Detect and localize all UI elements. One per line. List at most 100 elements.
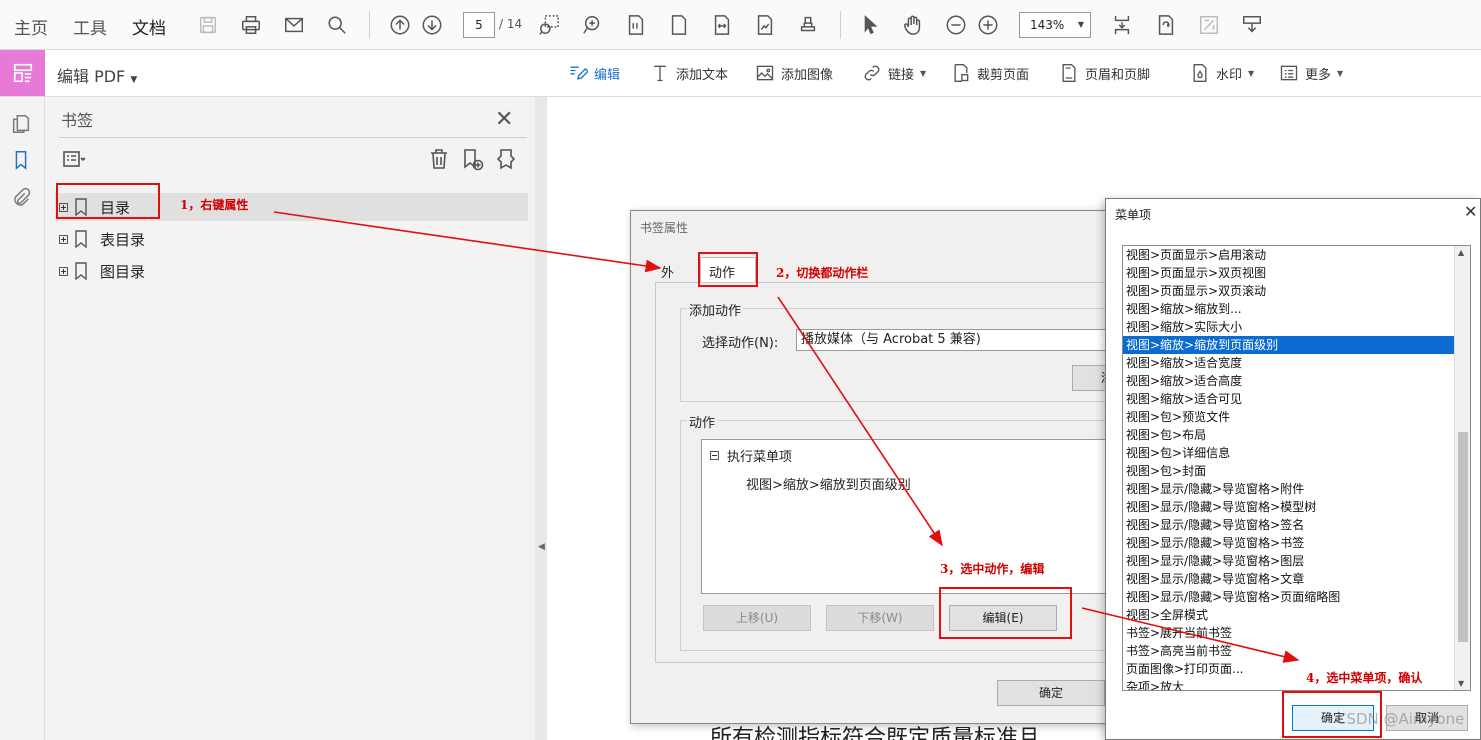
list-item[interactable]: 书签>高亮当前书签	[1123, 642, 1470, 660]
fit-page-icon[interactable]	[624, 13, 648, 37]
zoom-select[interactable]: 143% ▼	[1019, 12, 1091, 38]
list-item[interactable]: 视图>包>详细信息	[1123, 444, 1470, 462]
chevron-down-icon: ▼	[920, 68, 927, 78]
bookmark-icon	[74, 262, 88, 281]
search-icon[interactable]	[325, 13, 349, 37]
actions-tree[interactable]: 执行菜单项 视图>缩放>缩放到页面级别	[701, 439, 1121, 594]
dynamic-zoom-icon[interactable]	[581, 13, 605, 37]
fit-width-icon[interactable]	[710, 13, 734, 37]
list-item[interactable]: 视图>显示/隐藏>导览窗格>签名	[1123, 516, 1470, 534]
new-bookmark-icon[interactable]	[460, 147, 486, 173]
attachments-icon[interactable]	[10, 187, 34, 211]
list-item[interactable]: 视图>显示/隐藏>导览窗格>图层	[1123, 552, 1470, 570]
bookmark-item[interactable]: 图目录	[55, 257, 528, 285]
edit-pdf-toolbar: 编辑 PDF ▼ 编辑 添加文本 添加图像 链接 ▼ 裁剪页面 页眉和页脚 水印 ▼…	[0, 50, 1481, 97]
list-item[interactable]: 视图>缩放>缩放到...	[1123, 300, 1470, 318]
page-thumbnails-icon[interactable]	[10, 113, 34, 137]
zoom-in-icon[interactable]	[976, 13, 1000, 37]
scroll-down-icon[interactable]: ▼	[1458, 679, 1464, 688]
tree-item-child[interactable]: 视图>缩放>缩放到页面级别	[746, 474, 911, 493]
move-up-button[interactable]: 上移(U)	[703, 605, 811, 631]
list-item[interactable]: 视图>全屏模式	[1123, 606, 1470, 624]
close-icon[interactable]: ✕	[495, 107, 513, 132]
edit-tool-button[interactable]: 编辑	[568, 62, 620, 84]
email-icon[interactable]	[282, 13, 306, 37]
menu-item-list[interactable]: 视图>页面显示>启用滚动 视图>页面显示>双页视图 视图>页面显示>双页滚动 视图>缩…	[1122, 245, 1471, 691]
scrollbar[interactable]: ▲ ▼	[1454, 246, 1470, 690]
add-image-button[interactable]: 添加图像	[755, 62, 833, 84]
crop-page-button[interactable]: 裁剪页面	[951, 62, 1029, 84]
read-mode-icon[interactable]	[753, 13, 777, 37]
select-arrow-icon[interactable]	[858, 13, 882, 37]
scroll-mode-icon[interactable]	[1110, 13, 1134, 37]
collapse-arrow-icon[interactable]: ◀	[538, 542, 545, 552]
edit-pdf-mode-icon[interactable]	[0, 50, 45, 96]
navigation-rail	[0, 97, 45, 740]
stamp-icon[interactable]	[796, 13, 820, 37]
hand-tool-icon[interactable]	[901, 13, 925, 37]
marquee-zoom-icon[interactable]	[537, 13, 561, 37]
zoom-out-icon[interactable]	[944, 13, 968, 37]
edit-pdf-mode-title[interactable]: 编辑 PDF ▼	[57, 63, 137, 87]
crop-page-label: 裁剪页面	[977, 67, 1030, 83]
list-item[interactable]: 视图>缩放>适合可见	[1123, 390, 1470, 408]
mode-title-text: 编辑 PDF	[57, 67, 126, 86]
list-item[interactable]: 视图>显示/隐藏>导览窗格>文章	[1123, 570, 1470, 588]
single-page-icon[interactable]	[667, 13, 691, 37]
tab-home[interactable]: 主页	[14, 14, 48, 39]
group-label: 添加动作	[687, 300, 744, 319]
add-text-button[interactable]: 添加文本	[650, 62, 728, 84]
keyboard-tools-icon[interactable]	[1240, 13, 1264, 37]
annotation-step4: 4，选中菜单项，确认	[1306, 671, 1423, 685]
tab-tools[interactable]: 工具	[73, 14, 107, 39]
list-item[interactable]: 视图>缩放>实际大小	[1123, 318, 1470, 336]
list-item[interactable]: 视图>缩放>适合高度	[1123, 372, 1470, 390]
list-item[interactable]: 视图>包>布局	[1123, 426, 1470, 444]
close-icon[interactable]: ✕	[1464, 202, 1477, 221]
list-item[interactable]: 视图>包>预览文件	[1123, 408, 1470, 426]
chevron-down-icon: ▼	[1337, 68, 1344, 78]
move-down-button[interactable]: 下移(W)	[826, 605, 934, 631]
menu-item-rows: 视图>页面显示>启用滚动 视图>页面显示>双页视图 视图>页面显示>双页滚动 视图>缩…	[1123, 246, 1470, 690]
ok-button[interactable]: 确定	[997, 680, 1105, 706]
delete-icon[interactable]	[427, 147, 453, 173]
list-item[interactable]: 视图>页面显示>双页滚动	[1123, 282, 1470, 300]
list-item[interactable]: 书签>展开当前书签	[1123, 624, 1470, 642]
list-item[interactable]: 视图>页面显示>双页视图	[1123, 264, 1470, 282]
expand-icon[interactable]	[59, 266, 68, 276]
tree-item-parent[interactable]: 执行菜单项	[727, 446, 792, 465]
bookmark-item[interactable]: 表目录	[55, 225, 528, 253]
page-number-input[interactable]: 5	[463, 12, 495, 38]
rotate-page-icon[interactable]	[1154, 13, 1178, 37]
list-item[interactable]: 视图>显示/隐藏>导览窗格>模型树	[1123, 498, 1470, 516]
header-footer-button[interactable]: 页眉和页脚	[1059, 62, 1150, 84]
list-item[interactable]: 视图>缩放>缩放到页面级别	[1123, 336, 1470, 354]
expand-bookmark-icon[interactable]	[494, 147, 520, 173]
previous-page-icon[interactable]	[388, 13, 412, 37]
list-item[interactable]: 视图>显示/隐藏>导览窗格>页面缩略图	[1123, 588, 1470, 606]
select-action-dropdown[interactable]: 播放媒体（与 Acrobat 5 兼容)	[796, 329, 1136, 351]
zoom-value: 143%	[1030, 18, 1065, 32]
scrollbar-thumb[interactable]	[1458, 432, 1468, 642]
list-item[interactable]: 视图>缩放>适合宽度	[1123, 354, 1470, 372]
add-text-label: 添加文本	[676, 67, 729, 83]
bookmark-options-icon[interactable]	[62, 147, 88, 173]
watermark-button[interactable]: 水印 ▼	[1190, 62, 1254, 84]
link-button[interactable]: 链接 ▼	[862, 62, 926, 84]
list-item[interactable]: 视图>显示/隐藏>导览窗格>书签	[1123, 534, 1470, 552]
collapse-icon[interactable]	[710, 451, 719, 460]
expand-icon[interactable]	[59, 234, 68, 244]
full-screen-icon[interactable]	[1197, 13, 1221, 37]
bookmarks-icon[interactable]	[10, 149, 34, 173]
bookmark-label: 图目录	[100, 262, 146, 281]
list-item[interactable]: 视图>包>封面	[1123, 462, 1470, 480]
more-button[interactable]: 更多 ▼	[1279, 62, 1343, 84]
save-icon[interactable]	[196, 13, 220, 37]
scroll-up-icon[interactable]: ▲	[1458, 248, 1464, 257]
next-page-icon[interactable]	[420, 13, 444, 37]
panel-splitter[interactable]: ◀	[535, 97, 547, 740]
tab-document[interactable]: 文档	[132, 14, 166, 53]
list-item[interactable]: 视图>页面显示>启用滚动	[1123, 246, 1470, 264]
print-icon[interactable]	[239, 13, 263, 37]
list-item[interactable]: 视图>显示/隐藏>导览窗格>附件	[1123, 480, 1470, 498]
